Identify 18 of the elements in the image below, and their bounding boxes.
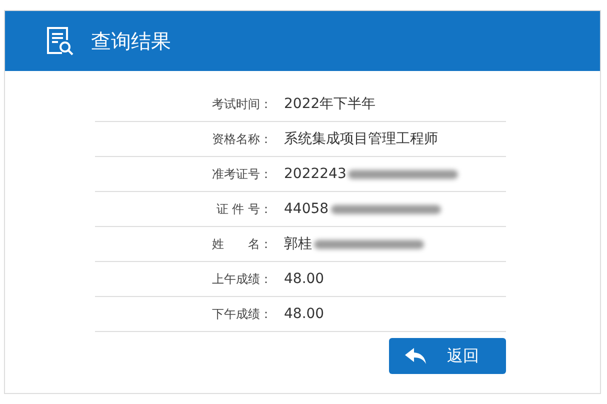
- document-search-icon: [45, 26, 75, 56]
- field-label: 姓 名：: [211, 236, 273, 252]
- field-label: 下午成绩：: [211, 306, 273, 322]
- field-value: 系统集成项目管理工程师: [284, 130, 438, 148]
- field-value: 44058: [284, 201, 329, 217]
- field-label: 资格名称：: [211, 130, 273, 148]
- field-value: 48.00: [284, 271, 324, 287]
- field-label: 证 件 号：: [215, 200, 273, 218]
- field-label: 准考证号：: [211, 166, 273, 182]
- field-value: 郭桂: [284, 235, 312, 253]
- back-button[interactable]: 返回: [389, 338, 506, 374]
- field-value: 48.00: [284, 306, 324, 322]
- page-title: 查询结果: [91, 28, 171, 54]
- field-value: 2022年下半年: [284, 95, 376, 113]
- field-value: 2022243: [284, 166, 346, 182]
- reply-arrow-icon: [405, 348, 427, 364]
- field-label: 考试时间：: [211, 96, 273, 112]
- field-label: 上午成绩：: [211, 270, 273, 288]
